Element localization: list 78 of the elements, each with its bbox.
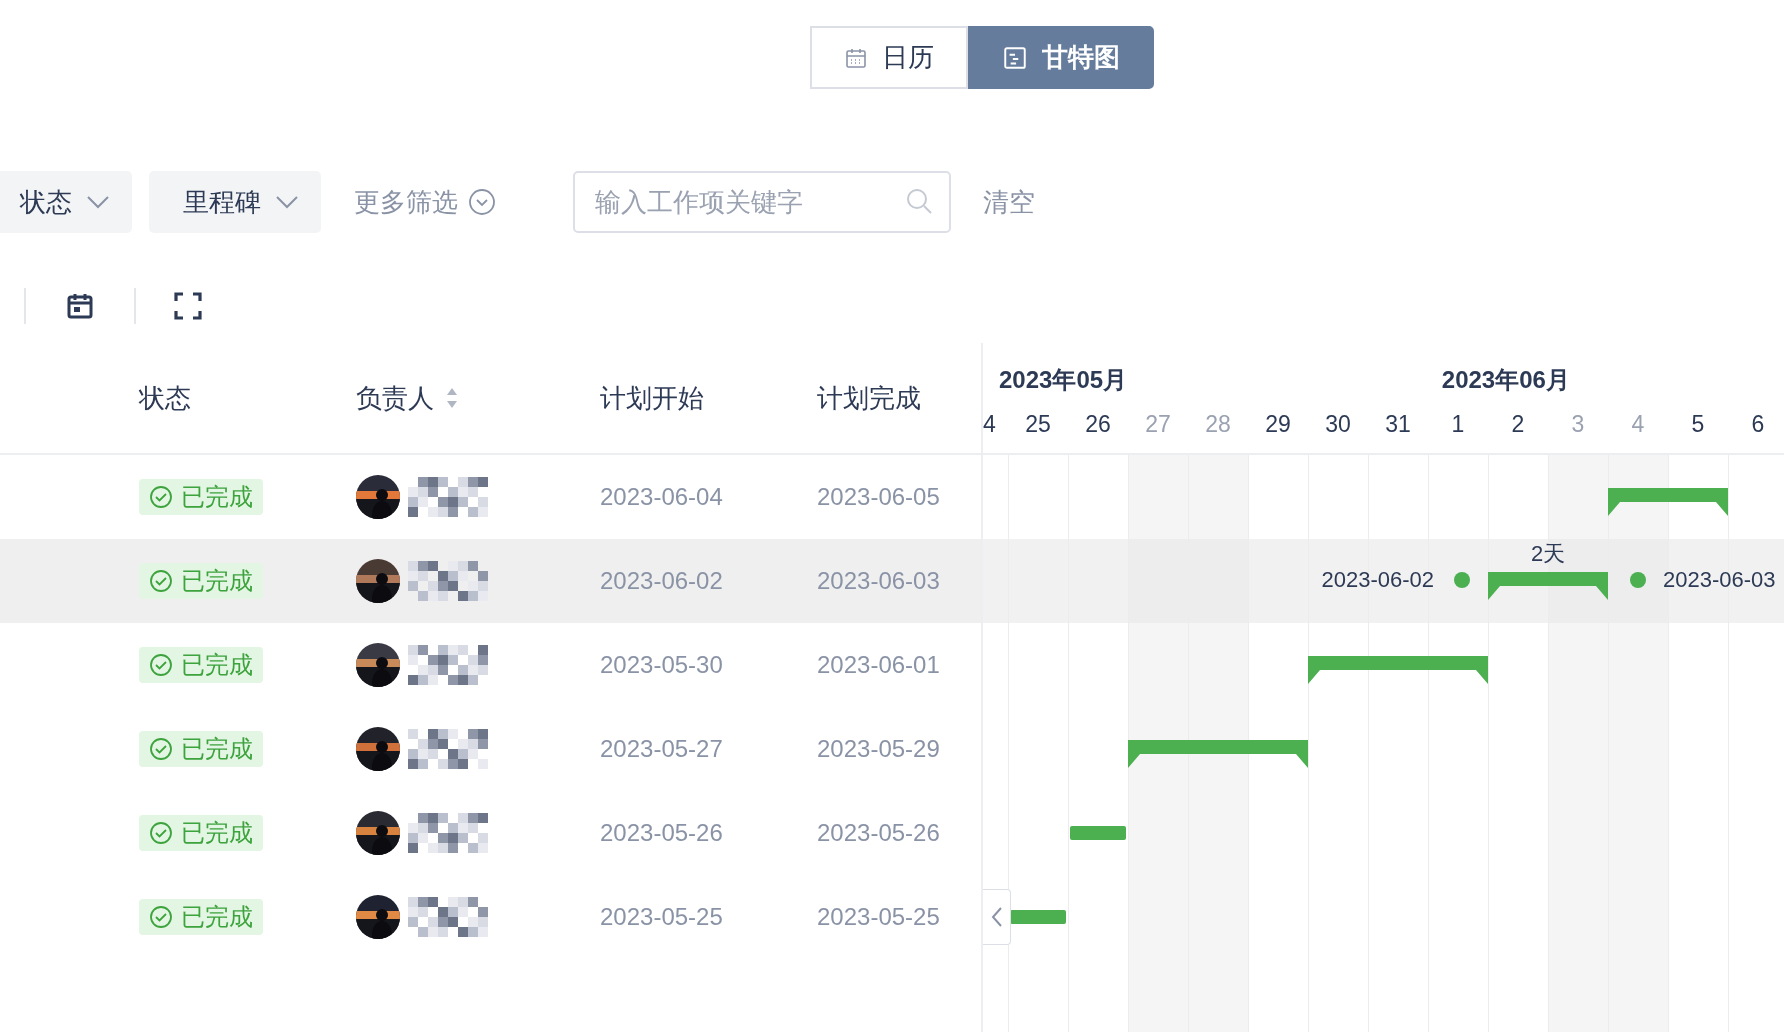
column-header: 计划完成	[817, 381, 921, 415]
status-tag: 已完成	[139, 899, 263, 935]
filter-dropdown[interactable]: 状态	[0, 171, 132, 233]
day-label: 29	[1265, 411, 1291, 437]
column-header: 状态	[139, 381, 191, 415]
end-date: 2023-05-29	[817, 735, 940, 762]
status-tag: 已完成	[139, 731, 263, 767]
day-label: 2	[1511, 411, 1525, 437]
table-row[interactable]: 已完成 2023-05-26 2023-05-26	[0, 791, 981, 875]
check-circle-icon	[149, 653, 173, 677]
check-circle-icon	[149, 485, 173, 509]
status-tag: 已完成	[139, 815, 263, 851]
day-label: 31	[1385, 411, 1411, 437]
table-row[interactable]: 已完成 2023-05-27 2023-05-29	[0, 707, 981, 791]
search-field[interactable]: 输入工作项关键字	[573, 171, 951, 233]
end-date: 2023-05-25	[817, 903, 940, 930]
start-date: 2023-05-26	[600, 819, 723, 846]
clear-button[interactable]: 清空	[973, 184, 1045, 220]
summary-bar[interactable]	[1608, 488, 1728, 518]
duration-label: 2天	[1529, 540, 1567, 568]
filter-dropdown[interactable]: 里程碑	[149, 171, 321, 233]
view-tab[interactable]: 日历	[810, 26, 968, 89]
collapse-button[interactable]	[983, 889, 1011, 945]
day-label: 6	[1751, 411, 1765, 437]
day-label: 30	[1325, 411, 1351, 437]
column-header: 负责人	[356, 381, 434, 415]
chevron-down-icon	[86, 195, 110, 209]
check-circle-icon	[149, 821, 173, 845]
month-label: 2023年05月	[999, 366, 1128, 393]
fullscreen-icon	[174, 292, 202, 320]
task-bar[interactable]	[1010, 910, 1066, 924]
search-icon	[905, 187, 933, 215]
table-row[interactable]: 已完成 2023-05-30 2023-06-01	[0, 623, 981, 707]
table-row[interactable]: 已完成 2023-05-25 2023-05-25	[0, 875, 981, 959]
view-tab[interactable]: 甘特图	[968, 26, 1154, 89]
end-date: 2023-06-05	[817, 483, 940, 510]
calendar-icon	[66, 292, 94, 320]
status-tag: 已完成	[139, 479, 263, 515]
chevron-left-icon	[990, 906, 1003, 928]
start-handle[interactable]	[1454, 572, 1470, 588]
chevron-circle-icon	[468, 188, 496, 216]
day-label: 26	[1085, 411, 1111, 437]
status-tag: 已完成	[139, 563, 263, 599]
check-circle-icon	[149, 569, 173, 593]
end-date-label: 2023-06-03	[1663, 567, 1776, 593]
column-header: 计划开始	[600, 381, 704, 415]
day-label: 27	[1145, 411, 1171, 437]
today-button[interactable]	[66, 292, 94, 320]
chevron-down-icon	[275, 195, 299, 209]
day-label: 28	[1205, 411, 1231, 437]
end-date: 2023-06-01	[817, 651, 940, 678]
day-label: 4	[983, 411, 996, 437]
table-row[interactable]: 已完成 2023-06-04 2023-06-05	[0, 455, 981, 539]
summary-bar[interactable]	[1488, 572, 1608, 602]
day-label: 4	[1631, 411, 1645, 437]
start-date: 2023-05-27	[600, 735, 723, 762]
check-circle-icon	[149, 905, 173, 929]
start-date: 2023-05-30	[600, 651, 723, 678]
gantt-icon	[1002, 44, 1028, 71]
day-label: 1	[1451, 411, 1465, 437]
day-label: 3	[1571, 411, 1585, 437]
start-date: 2023-06-02	[600, 567, 723, 594]
more-filters-button[interactable]: 更多筛选	[337, 184, 513, 220]
start-date-label: 2023-06-02	[1321, 567, 1434, 593]
start-date: 2023-05-25	[600, 903, 723, 930]
fullscreen-button[interactable]	[174, 292, 202, 320]
summary-bar[interactable]	[1128, 740, 1308, 770]
summary-bar[interactable]	[1308, 656, 1488, 686]
day-label: 25	[1025, 411, 1051, 437]
day-label: 5	[1691, 411, 1705, 437]
check-circle-icon	[149, 737, 173, 761]
table-row[interactable]: 已完成 2023-06-02 2023-06-03	[0, 539, 981, 623]
month-label: 2023年06月	[1441, 366, 1570, 393]
start-date: 2023-06-04	[600, 483, 723, 510]
status-tag: 已完成	[139, 647, 263, 683]
end-date: 2023-05-26	[817, 819, 940, 846]
end-date: 2023-06-03	[817, 567, 940, 594]
sort-icon[interactable]	[446, 386, 458, 410]
